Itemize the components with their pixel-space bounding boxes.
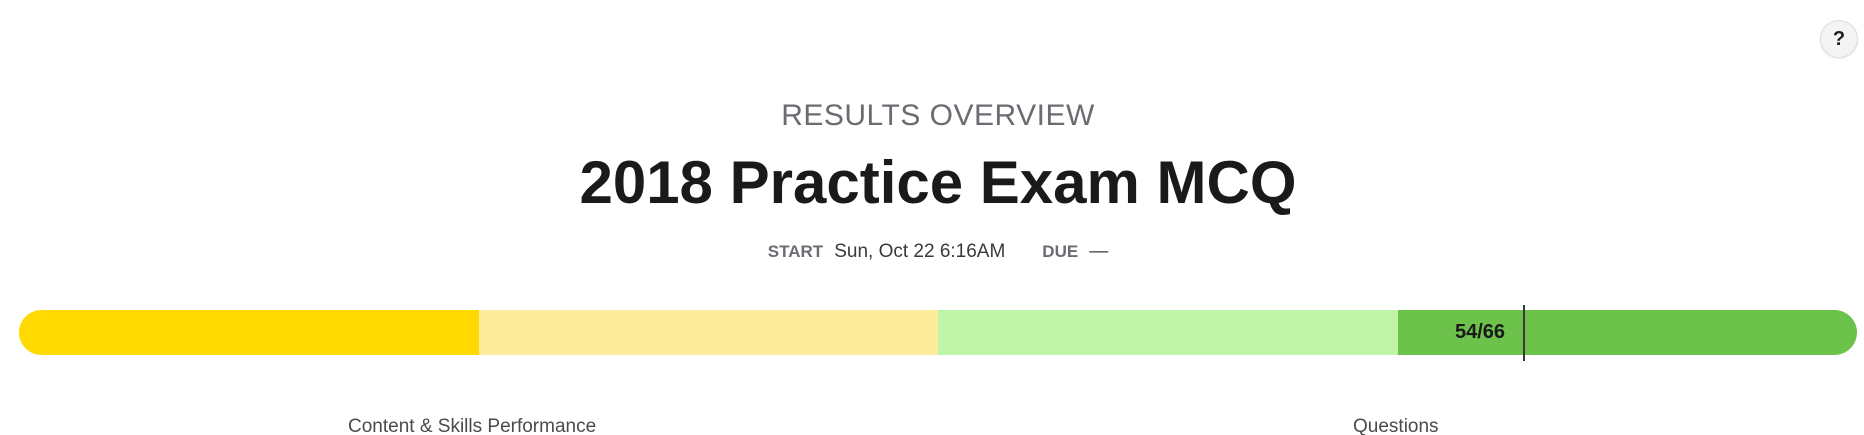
dates-row: START Sun, Oct 22 6:16AM DUE — [0, 238, 1864, 266]
help-button[interactable]: ? [1820, 20, 1858, 58]
start-value: Sun, Oct 22 6:16AM [834, 241, 1006, 262]
score-band-1 [19, 310, 479, 355]
content-skills-performance-heading: Content & Skills Performance [348, 416, 597, 435]
start-label: START [767, 242, 824, 261]
questions-heading: Questions [1353, 416, 1439, 435]
due-group: DUE — [1042, 238, 1108, 266]
exam-title: 2018 Practice Exam MCQ [579, 149, 1297, 216]
score-band-2 [478, 310, 938, 355]
score-progress-bar [19, 310, 1857, 355]
due-value: — [1089, 241, 1109, 262]
help-icon: ? [1832, 27, 1846, 50]
results-page: ? RESULTS OVERVIEW 2018 Practice Exam MC… [0, 0, 1864, 435]
score-label: 54/66 [1454, 321, 1506, 343]
due-label: DUE [1042, 242, 1079, 261]
results-overview-label: RESULTS OVERVIEW [781, 99, 1095, 132]
score-band-3 [938, 310, 1398, 355]
score-marker [1523, 305, 1525, 361]
